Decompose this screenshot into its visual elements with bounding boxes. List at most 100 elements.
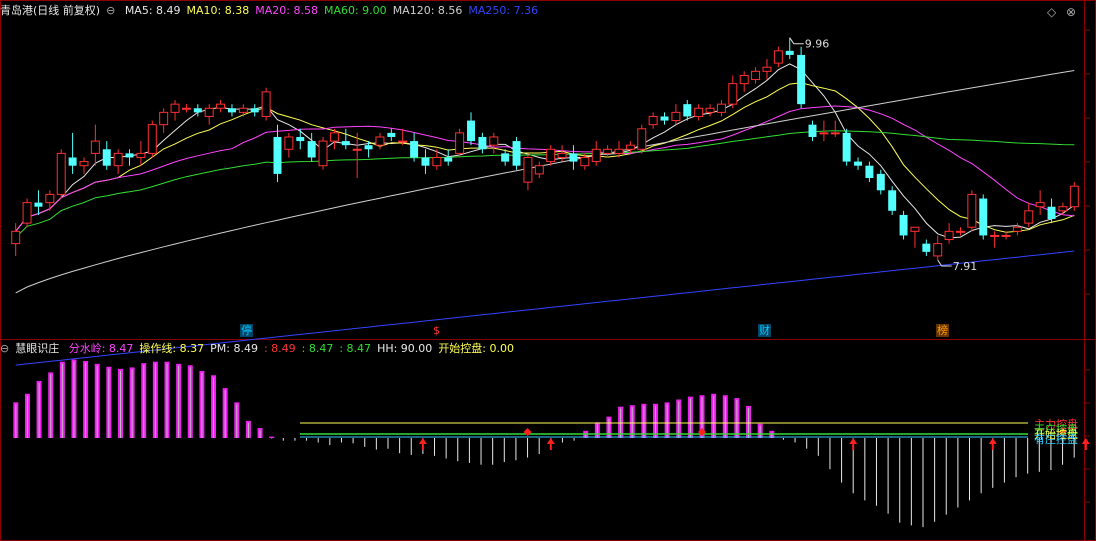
event-tag[interactable]: 财 [758, 324, 771, 337]
collapse-icon[interactable]: ⊖ [0, 342, 9, 355]
candle-body [876, 173, 885, 191]
candle[interactable] [751, 67, 761, 84]
candle[interactable] [125, 149, 134, 166]
candle[interactable] [910, 226, 920, 248]
chart-canvas[interactable]: 9.96 7.91 [0, 0, 1096, 541]
candle[interactable] [432, 149, 442, 170]
indicator-bars[interactable] [13, 359, 1075, 528]
candle[interactable] [830, 120, 840, 137]
candle[interactable] [728, 75, 738, 109]
candle[interactable] [318, 136, 328, 170]
candle[interactable] [410, 132, 419, 162]
candle-body [341, 141, 350, 146]
candle[interactable] [523, 153, 533, 191]
candle[interactable] [113, 149, 123, 174]
candle[interactable] [1001, 231, 1011, 240]
candle[interactable] [34, 190, 43, 215]
candle[interactable] [489, 132, 499, 154]
candle[interactable] [102, 141, 111, 170]
candle[interactable] [648, 112, 658, 129]
candle[interactable] [637, 124, 647, 154]
candle[interactable] [227, 104, 236, 117]
candle[interactable] [421, 149, 430, 174]
candle[interactable] [739, 71, 749, 92]
candle[interactable] [876, 169, 885, 195]
candle[interactable] [238, 104, 248, 117]
candle[interactable] [45, 190, 55, 211]
candle[interactable] [625, 141, 635, 154]
candle[interactable] [1069, 182, 1079, 211]
candle[interactable] [603, 145, 613, 158]
candle[interactable] [705, 104, 715, 117]
event-tag[interactable]: 榜 [936, 324, 949, 337]
candle-body [990, 234, 1000, 237]
candle[interactable] [444, 149, 453, 166]
candle[interactable] [797, 46, 806, 109]
candle[interactable] [569, 145, 578, 170]
candle-body [1069, 185, 1079, 208]
candle[interactable] [591, 141, 601, 166]
candle[interactable] [1024, 202, 1034, 228]
candle[interactable] [170, 100, 180, 121]
candle[interactable] [1035, 190, 1045, 215]
indicator-value: : 8.47 [301, 342, 334, 355]
candle[interactable] [842, 128, 851, 166]
diamond-icon[interactable]: ◇ [1047, 5, 1056, 19]
event-tag[interactable]: $ [432, 324, 441, 337]
candle[interactable] [899, 210, 908, 240]
candle[interactable] [79, 157, 89, 174]
candle[interactable] [773, 46, 783, 68]
candle[interactable] [147, 120, 157, 158]
candle[interactable] [694, 104, 704, 121]
candle[interactable] [296, 128, 305, 150]
candle[interactable] [546, 145, 556, 166]
candle[interactable] [808, 120, 817, 142]
candle[interactable] [534, 161, 544, 178]
candle[interactable] [478, 132, 487, 154]
candle[interactable] [933, 235, 943, 261]
candlesticks[interactable] [11, 37, 1079, 261]
candle[interactable] [261, 87, 271, 121]
candle[interactable] [888, 186, 897, 215]
candle[interactable] [307, 132, 316, 162]
candle-body [512, 141, 521, 166]
candle[interactable] [204, 104, 214, 125]
candle[interactable] [990, 231, 1000, 248]
candle[interactable] [501, 149, 510, 166]
candle[interactable] [762, 59, 772, 80]
candle[interactable] [716, 100, 726, 117]
candle[interactable] [68, 132, 77, 174]
candle[interactable] [250, 104, 259, 117]
candle[interactable] [467, 112, 475, 146]
candle[interactable] [216, 100, 226, 113]
candle[interactable] [56, 149, 66, 199]
candle[interactable] [671, 104, 681, 125]
candle[interactable] [865, 161, 874, 183]
candle[interactable] [967, 190, 977, 232]
candle[interactable] [1058, 202, 1068, 215]
candle[interactable] [181, 104, 191, 113]
candle[interactable] [660, 112, 669, 125]
event-tag[interactable]: 停 [240, 324, 253, 337]
candle[interactable] [136, 141, 146, 166]
candle[interactable] [90, 124, 100, 166]
candle[interactable] [273, 124, 282, 183]
candle[interactable] [512, 136, 521, 170]
candle[interactable] [352, 132, 362, 178]
candle[interactable] [944, 223, 954, 244]
candle[interactable] [375, 132, 385, 150]
candle[interactable] [284, 132, 294, 158]
candle[interactable] [455, 128, 465, 158]
settings-icon[interactable]: ⊗ [1066, 5, 1076, 19]
candle[interactable] [159, 108, 169, 133]
candle[interactable] [22, 198, 32, 228]
collapse-icon[interactable]: ⊖ [106, 4, 115, 17]
candle[interactable] [341, 128, 350, 150]
candle[interactable] [955, 227, 965, 236]
candle[interactable] [854, 157, 863, 170]
candle[interactable] [979, 194, 988, 240]
candle[interactable] [922, 239, 931, 256]
candle[interactable] [387, 128, 396, 142]
candle[interactable] [1012, 223, 1022, 236]
candle[interactable] [785, 37, 794, 60]
